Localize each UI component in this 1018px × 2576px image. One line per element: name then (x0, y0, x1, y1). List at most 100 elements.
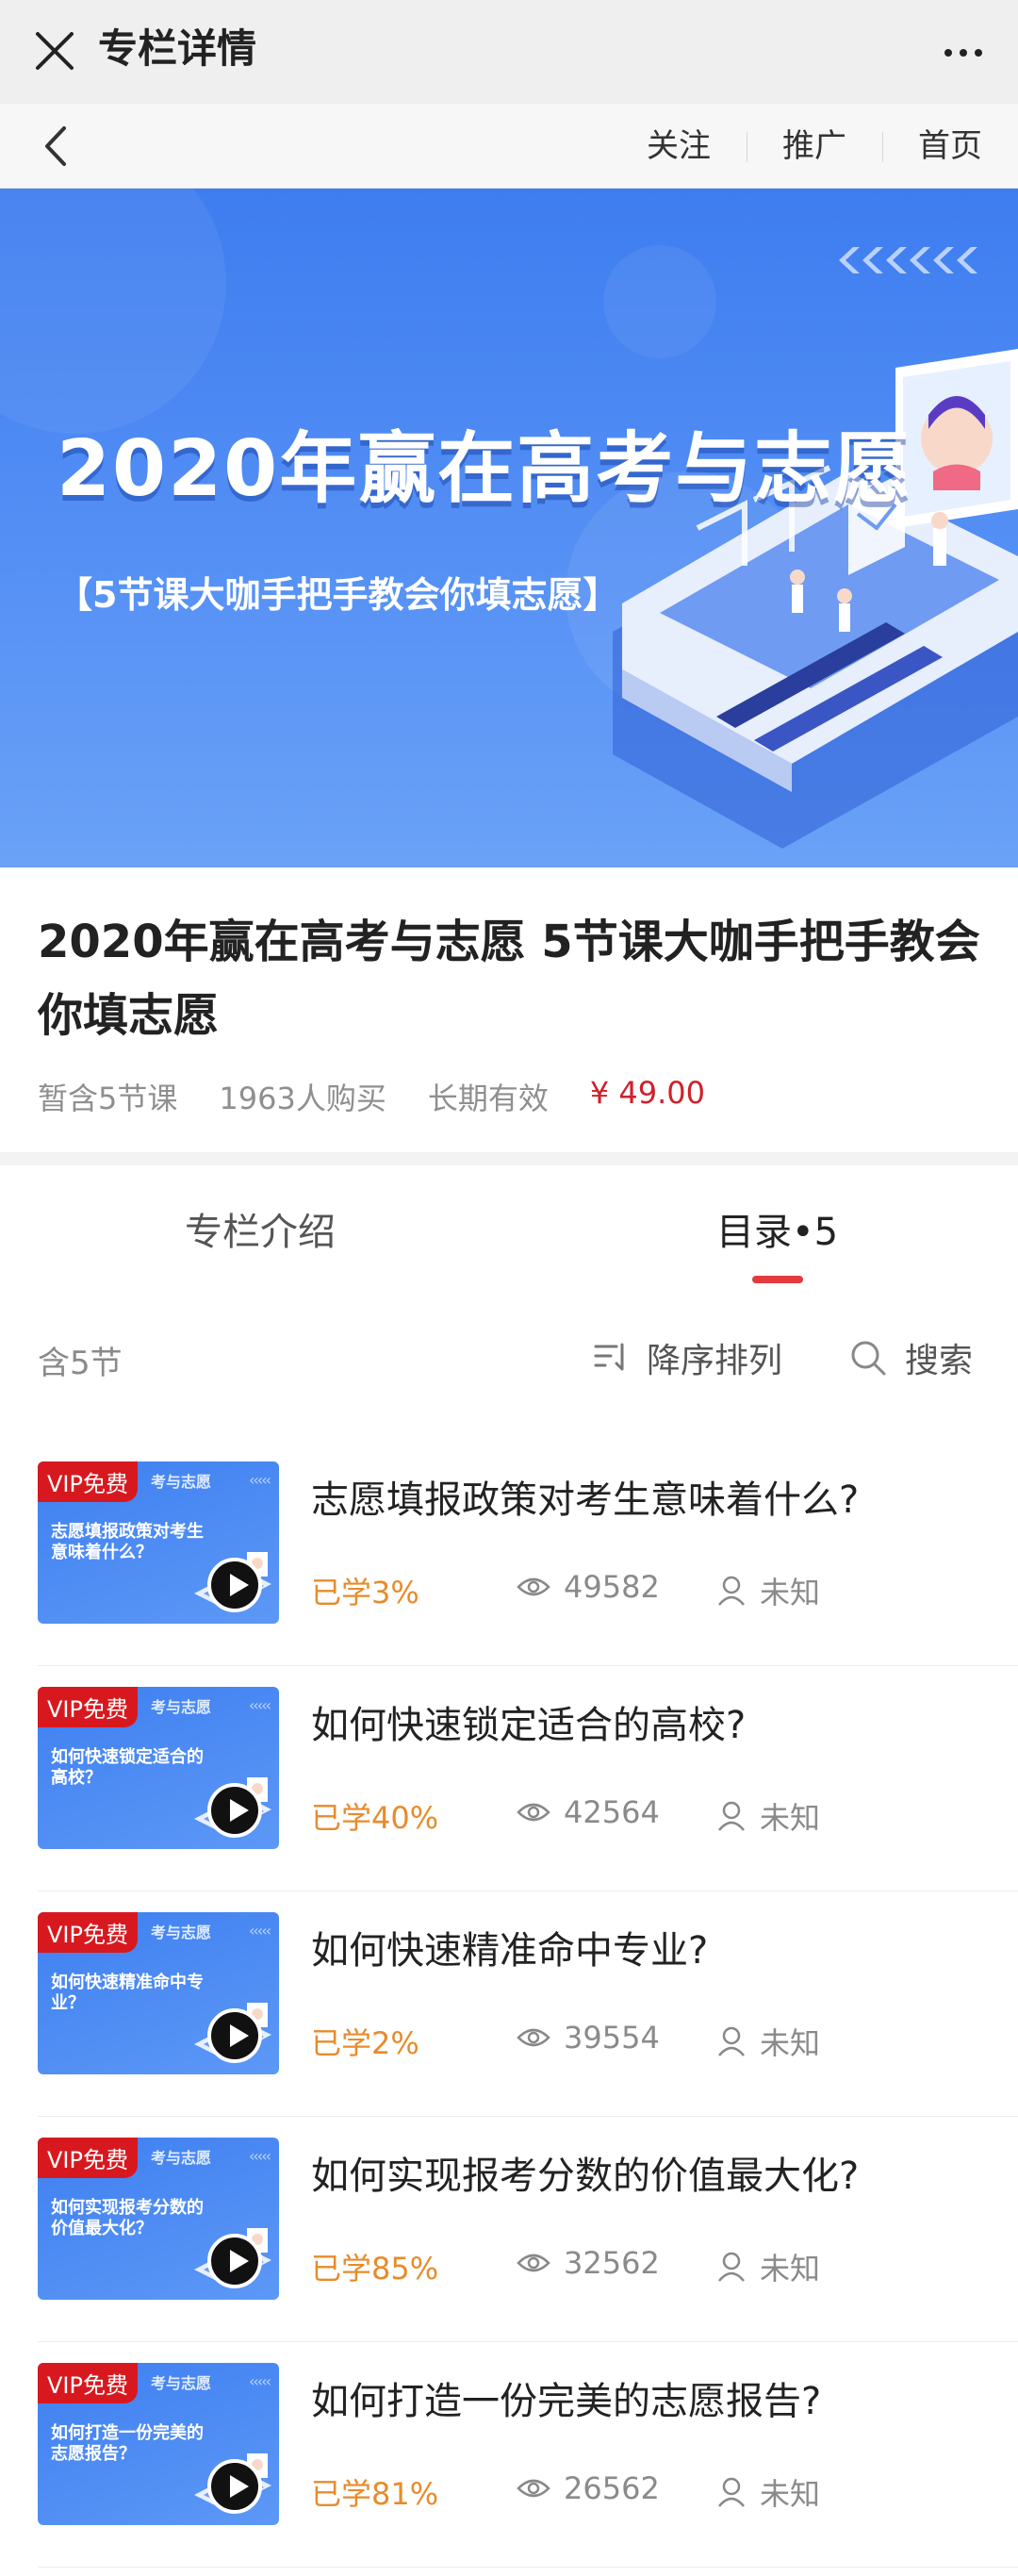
tab-bar: 专栏介绍 目录•5 (0, 1165, 1018, 1288)
lesson-thumbnail: 考与志愿 ‹‹‹‹‹ 如何打造一份完美的志愿报告？ VIP免费 (38, 2363, 279, 2525)
play-icon[interactable] (207, 2008, 262, 2063)
author: 未知 (716, 2020, 820, 2063)
author-name: 未知 (760, 2251, 821, 2287)
lesson-thumbnail: 考与志愿 ‹‹‹‹‹ 如何快速精准命中专业？ VIP免费 (38, 1912, 279, 2074)
tab-intro[interactable]: 专栏介绍 (185, 1201, 336, 1256)
search-icon (851, 1341, 886, 1376)
lesson-item[interactable]: 考与志愿 ‹‹‹‹‹ 如何快速精准命中专业？ VIP免费 如何快速精准命中专业?… (38, 1891, 1018, 2117)
thumbnail-heading: 考与志愿 (151, 1924, 212, 1941)
thumbnail-heading: 考与志愿 (151, 1473, 212, 1491)
lesson-meta: 已学85% 32562 未知 (311, 2245, 999, 2292)
filter-row: 含5节 降序排列 搜索 (0, 1320, 1018, 1395)
thumbnail-heading: 考与志愿 (151, 1698, 212, 1716)
home-link[interactable]: 首页 (882, 104, 1018, 189)
lesson-list: 考与志愿 ‹‹‹‹‹ 志愿填报政策对考生意味着什么？ VIP免费 志愿填报政策对… (0, 1441, 1018, 2568)
lesson-title: 如何快速锁定适合的高校? (311, 1704, 747, 1747)
banner-subtitle: 【5节课大咖手把手教会你填志愿】 (57, 574, 619, 616)
view-count-value: 42564 (564, 1794, 660, 1830)
lesson-item[interactable]: 考与志愿 ‹‹‹‹‹ 如何实现报考分数的价值最大化？ VIP免费 如何实现报考分… (38, 2117, 1018, 2342)
view-count: 39554 (517, 2020, 660, 2056)
nav-links: 关注 推广 首页 (611, 104, 1018, 189)
lesson-meta: 已学81% 26562 未知 (311, 2470, 999, 2518)
lesson-thumbnail: 考与志愿 ‹‹‹‹‹ 志愿填报政策对考生意味着什么？ VIP免费 (38, 1461, 279, 1624)
progress-text: 已学81% (311, 2476, 439, 2512)
thumbnail-arrows: ‹‹‹‹‹ (249, 1471, 271, 1489)
back-icon[interactable] (38, 123, 75, 170)
progress-text: 已学2% (311, 2025, 419, 2061)
author-name: 未知 (760, 1800, 821, 1836)
course-banner: 2020年赢在高考与志愿 【5节课大咖手把手教会你填志愿】 (0, 189, 1018, 867)
price: ¥ 49.00 (589, 1075, 705, 1111)
play-icon[interactable] (207, 2459, 262, 2514)
author: 未知 (716, 2470, 820, 2514)
eye-icon (517, 2479, 550, 2498)
more-icon[interactable] (937, 26, 990, 79)
nav-bar: 关注 推广 首页 (0, 104, 1018, 189)
user-icon (718, 2252, 745, 2282)
vip-badge: VIP免费 (38, 1912, 138, 1953)
lesson-title: 如何快速精准命中专业? (311, 1929, 709, 1973)
author: 未知 (716, 1569, 820, 1612)
promote-link[interactable]: 推广 (747, 104, 882, 189)
view-count: 26562 (517, 2470, 660, 2506)
lesson-meta: 已学40% 42564 未知 (311, 1794, 999, 1841)
lesson-item[interactable]: 考与志愿 ‹‹‹‹‹ 如何打造一份完美的志愿报告？ VIP免费 如何打造一份完美… (38, 2342, 1018, 2568)
progress-text: 已学3% (311, 1575, 419, 1610)
lesson-title: 如何实现报考分数的价值最大化? (311, 2155, 860, 2198)
validity: 长期有效 (427, 1081, 549, 1116)
play-icon[interactable] (207, 1783, 262, 1838)
course-title: 2020年赢在高考与志愿 5节课大咖手把手教会你填志愿 (38, 916, 980, 1042)
thumbnail-heading: 考与志愿 (151, 2374, 212, 2392)
section-count: 含5节 (38, 1345, 123, 1382)
vip-badge: VIP免费 (38, 2363, 138, 2403)
lesson-title: 如何打造一份完美的志愿报告? (311, 2380, 822, 2423)
view-count-value: 49582 (564, 1569, 660, 1605)
lesson-thumbnail: 考与志愿 ‹‹‹‹‹ 如何快速锁定适合的高校？ VIP免费 (38, 1687, 279, 1849)
eye-icon (517, 1577, 550, 1596)
view-count: 42564 (517, 1794, 660, 1830)
vip-badge: VIP免费 (38, 1687, 138, 1727)
progress-text: 已学40% (311, 1800, 439, 1836)
view-count-value: 39554 (564, 2020, 660, 2056)
author-name: 未知 (760, 1575, 821, 1610)
search-button[interactable]: 搜索 (848, 1328, 973, 1388)
thumbnail-arrows: ‹‹‹‹‹ (249, 1696, 271, 1714)
author: 未知 (716, 2245, 820, 2288)
user-icon (718, 1801, 745, 1831)
section-divider (0, 1152, 1018, 1165)
lesson-item[interactable]: 考与志愿 ‹‹‹‹‹ 如何快速锁定适合的高校？ VIP免费 如何快速锁定适合的高… (38, 1666, 1018, 1891)
user-icon (718, 1576, 745, 1606)
progress-text: 已学85% (311, 2251, 439, 2287)
sort-button[interactable]: 降序排列 (592, 1328, 782, 1388)
sort-icon (594, 1343, 624, 1371)
thumbnail-arrows: ‹‹‹‹‹ (249, 1922, 271, 1940)
page-title: 专栏详情 (98, 25, 257, 72)
eye-icon (517, 2028, 550, 2047)
vip-badge: VIP免费 (38, 1461, 138, 1502)
buyer-count: 1963人购买 (219, 1081, 386, 1116)
lesson-count: 暂含5节课 (38, 1081, 178, 1116)
view-count: 49582 (517, 1569, 660, 1605)
follow-link[interactable]: 关注 (611, 104, 747, 189)
banner-title: 2020年赢在高考与志愿 (57, 424, 913, 514)
thumbnail-heading: 考与志愿 (151, 2149, 212, 2167)
user-icon (718, 2026, 745, 2056)
top-bar: 专栏详情 (0, 0, 1018, 104)
view-count: 32562 (517, 2245, 660, 2281)
view-count-value: 26562 (564, 2470, 660, 2506)
author-name: 未知 (760, 2476, 821, 2512)
tab-catalog[interactable]: 目录•5 (716, 1201, 838, 1256)
sort-label: 降序排列 (647, 1342, 783, 1380)
course-meta: 暂含5节课 1963人购买 长期有效 ¥ 49.00 (38, 1075, 747, 1118)
lesson-item[interactable]: 考与志愿 ‹‹‹‹‹ 志愿填报政策对考生意味着什么？ VIP免费 志愿填报政策对… (38, 1441, 1018, 1666)
play-icon[interactable] (207, 1558, 262, 1612)
author: 未知 (716, 1794, 820, 1838)
search-label: 搜索 (905, 1342, 974, 1380)
play-icon[interactable] (207, 2234, 262, 2288)
close-icon[interactable] (28, 25, 81, 77)
thumbnail-arrows: ‹‹‹‹‹ (249, 2147, 271, 2165)
lesson-title: 志愿填报政策对考生意味着什么? (311, 1478, 860, 1522)
author-name: 未知 (760, 2025, 821, 2061)
banner-illustration (0, 189, 1018, 849)
lesson-meta: 已学2% 39554 未知 (311, 2020, 999, 2067)
